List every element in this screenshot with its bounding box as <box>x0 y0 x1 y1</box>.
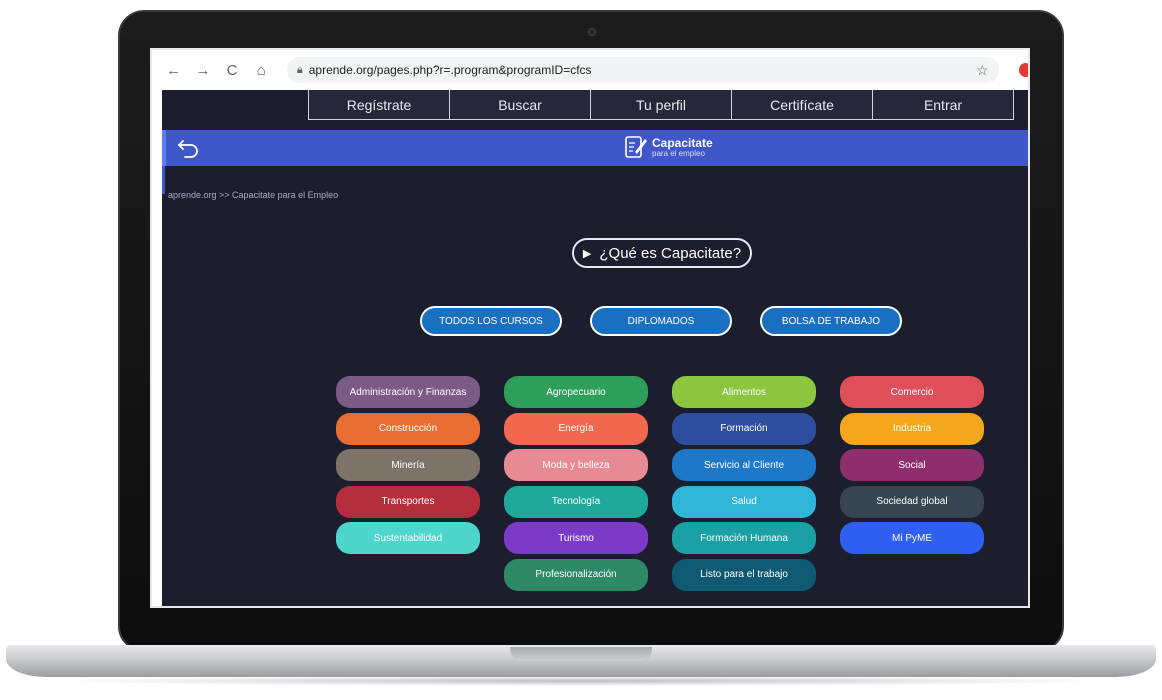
job-board-button[interactable]: BOLSA DE TRABAJO <box>760 306 902 336</box>
logo-title: Capacitate <box>652 135 713 150</box>
category-button[interactable]: Profesionalización <box>504 558 648 591</box>
breadcrumb[interactable]: aprende.org >> Capacitate para el Empleo <box>168 190 338 200</box>
bookmark-star-icon[interactable]: ☆ <box>976 62 989 79</box>
what-is-capacitate-button[interactable]: ▶ ¿Qué es Capacitate? <box>572 238 752 268</box>
category-button[interactable]: Construcción <box>336 412 480 445</box>
category-button[interactable]: Listo para el trabajo <box>672 558 816 591</box>
category-button[interactable]: Transportes <box>336 485 480 518</box>
category-button[interactable]: Turismo <box>504 522 648 554</box>
play-icon: ▶ <box>582 247 592 260</box>
web-page: Regístrate Buscar Tu perfil Certifícate … <box>162 90 1028 606</box>
category-button[interactable]: Mi PyME <box>840 522 984 554</box>
category-button[interactable]: Formación Humana <box>672 522 816 554</box>
category-button[interactable]: Minería <box>336 449 480 481</box>
address-bar[interactable]: 🔒︎ aprende.org/pages.php?r=.program&prog… <box>286 57 999 83</box>
category-button[interactable]: Agropecuario <box>504 376 648 408</box>
laptop-shadow <box>40 676 1122 686</box>
program-banner: Capacitate para el empleo <box>162 130 1028 166</box>
url-text: aprende.org/pages.php?r=.program&program… <box>308 63 592 77</box>
return-arrow-icon[interactable] <box>176 135 202 161</box>
category-button[interactable]: Comercio <box>840 376 984 408</box>
category-button[interactable]: Administración y Finanzas <box>336 376 480 408</box>
forward-arrow-icon[interactable]: → <box>193 62 212 79</box>
category-button[interactable]: Social <box>840 449 984 481</box>
all-courses-button[interactable]: TODOS LOS CURSOS <box>420 306 562 336</box>
logo-subtitle: para el empleo <box>652 148 705 158</box>
category-button[interactable]: Moda y belleza <box>504 449 648 481</box>
category-button[interactable]: Sociedad global <box>840 485 984 518</box>
nav-tu-perfil[interactable]: Tu perfil <box>590 90 731 119</box>
category-button[interactable]: Servicio al Cliente <box>672 449 816 481</box>
capacitate-logo: Capacitate para el empleo <box>624 134 713 160</box>
category-button[interactable]: Industria <box>840 412 984 445</box>
category-button[interactable]: Alimentos <box>672 376 816 408</box>
nav-certificate[interactable]: Certifícate <box>731 90 872 119</box>
extension-icon[interactable] <box>1018 63 1028 77</box>
breadcrumb-marker <box>162 166 165 194</box>
browser-toolbar: ← → C ⌂ 🔒︎ aprende.org/pages.php?r=.prog… <box>152 50 1028 90</box>
nav-entrar[interactable]: Entrar <box>872 90 1013 119</box>
notepad-pencil-icon <box>625 136 647 158</box>
what-button-label: ¿Qué es Capacitate? <box>599 244 742 262</box>
home-icon[interactable]: ⌂ <box>252 62 271 79</box>
category-button[interactable]: Tecnología <box>504 485 648 518</box>
nav-buscar[interactable]: Buscar <box>449 90 590 119</box>
back-arrow-icon[interactable]: ← <box>164 62 183 79</box>
category-button[interactable]: Energía <box>504 412 648 445</box>
reload-icon[interactable]: C <box>222 62 241 79</box>
category-button[interactable]: Salud <box>672 485 816 518</box>
diplomados-button[interactable]: DIPLOMADOS <box>590 306 732 336</box>
category-button[interactable]: Formación <box>672 412 816 445</box>
laptop-notch <box>510 647 652 661</box>
lock-icon: 🔒︎ <box>296 63 303 76</box>
laptop-screen: ← → C ⌂ 🔒︎ aprende.org/pages.php?r=.prog… <box>150 48 1030 608</box>
nav-registrate[interactable]: Regístrate <box>309 90 449 119</box>
webcam-dot <box>588 28 596 36</box>
category-button[interactable]: Sustentabilidad <box>336 522 480 554</box>
laptop-mockup: ← → C ⌂ 🔒︎ aprende.org/pages.php?r=.prog… <box>0 0 1162 700</box>
top-navigation: Regístrate Buscar Tu perfil Certifícate … <box>308 90 1014 120</box>
